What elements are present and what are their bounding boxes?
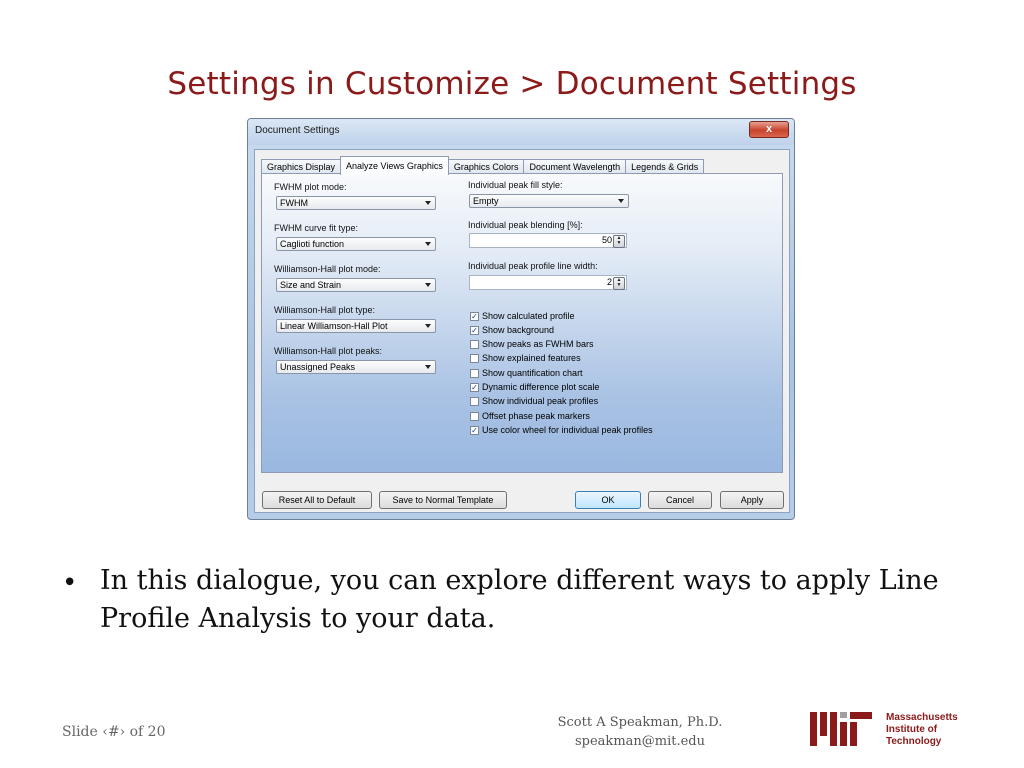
chevron-down-icon [618,199,624,203]
chevron-down-icon [425,242,431,246]
apply-button[interactable]: Apply [720,491,784,509]
blending-spinner[interactable]: 50 ▲ ▼ [469,233,627,248]
bullet-icon: • [62,568,78,598]
wh-plot-peaks-value: Unassigned Peaks [280,362,356,372]
tab-strip: Graphics Display Analyze Views Graphics … [261,156,705,175]
checkbox-icon[interactable] [470,339,479,349]
chevron-down-icon [425,324,431,328]
wh-plot-mode-value: Size and Strain [280,280,342,290]
wh-plot-peaks-label: Williamson-Hall plot peaks: [274,346,383,356]
tab-analyze-views-graphics[interactable]: Analyze Views Graphics [340,156,449,175]
mit-logo-icon [810,712,872,746]
dialog-body: Graphics Display Analyze Views Graphics … [254,149,790,513]
close-button[interactable]: x [749,121,789,138]
line-width-value: 2 [606,277,612,287]
checkbox-icon[interactable]: ✓ [470,382,479,392]
wh-plot-peaks-select[interactable]: Unassigned Peaks [276,360,436,374]
checkbox-show-peaks-fwhm-bars[interactable]: Show peaks as FWHM bars [470,337,594,351]
reset-all-button[interactable]: Reset All to Default [262,491,372,509]
author-email: speakman@mit.edu [575,734,705,749]
checkbox-icon[interactable] [470,396,479,406]
chevron-down-icon [425,283,431,287]
blending-value: 50 [601,235,612,245]
institution-name: Massachusetts Institute of Technology [886,712,958,747]
checkbox-icon[interactable] [470,411,479,421]
checkbox-icon[interactable]: ✓ [470,325,479,335]
fwhm-plot-mode-select[interactable]: FWHM [276,196,436,210]
checkbox-show-explained-features[interactable]: Show explained features [470,351,581,365]
fwhm-curve-fit-select[interactable]: Caglioti function [276,237,436,251]
checkbox-show-individual-peak-profiles[interactable]: Show individual peak profiles [470,394,598,408]
author-name: Scott A Speakman, Ph.D. [557,715,723,730]
tab-panel-analyze-views-graphics: FWHM plot mode: FWHM FWHM curve fit type… [261,173,783,473]
checkbox-offset-phase-peak-markers[interactable]: Offset phase peak markers [470,409,590,423]
checkbox-icon[interactable]: ✓ [470,311,479,321]
wh-plot-mode-label: Williamson-Hall plot mode: [274,264,381,274]
fill-style-select[interactable]: Empty [469,194,629,208]
fwhm-plot-mode-value: FWHM [280,198,308,208]
line-width-spinner[interactable]: 2 ▲ ▼ [469,275,627,290]
checkbox-show-background[interactable]: ✓ Show background [470,323,554,337]
checkbox-icon[interactable] [470,368,479,378]
bullet-text: In this dialogue, you can explore differ… [100,565,939,634]
checkbox-icon[interactable] [470,353,479,363]
spin-updown-icon[interactable]: ▲ ▼ [613,235,625,248]
checkbox-use-color-wheel[interactable]: ✓ Use color wheel for individual peak pr… [470,423,653,437]
save-template-button[interactable]: Save to Normal Template [379,491,507,509]
line-width-label: Individual peak profile line width: [468,261,598,271]
slide-title: Settings in Customize > Document Setting… [167,66,857,102]
dialog-titlebar[interactable]: Document Settings x [248,119,794,145]
wh-plot-type-label: Williamson-Hall plot type: [274,305,376,315]
fwhm-plot-mode-label: FWHM plot mode: [274,182,347,192]
blending-label: Individual peak blending [%]: [468,220,583,230]
spin-updown-icon[interactable]: ▲ ▼ [613,277,625,290]
checkbox-icon[interactable]: ✓ [470,425,479,435]
close-icon: x [765,123,773,135]
fwhm-curve-fit-value: Caglioti function [280,239,345,249]
document-settings-dialog: Document Settings x Graphics Display Ana… [247,118,795,520]
wh-plot-mode-select[interactable]: Size and Strain [276,278,436,292]
author-block: Scott A Speakman, Ph.D. speakman@mit.edu [530,713,750,751]
wh-plot-type-value: Linear Williamson-Hall Plot [280,321,388,331]
checkbox-dynamic-difference-scale[interactable]: ✓ Dynamic difference plot scale [470,380,599,394]
ok-button[interactable]: OK [575,491,641,509]
dialog-title: Document Settings [255,125,340,136]
checkbox-show-calculated-profile[interactable]: ✓ Show calculated profile [470,309,575,323]
chevron-down-icon [425,201,431,205]
cancel-button[interactable]: Cancel [648,491,712,509]
fill-style-value: Empty [473,196,499,206]
wh-plot-type-select[interactable]: Linear Williamson-Hall Plot [276,319,436,333]
fill-style-label: Individual peak fill style: [468,180,563,190]
fwhm-curve-fit-label: FWHM curve fit type: [274,223,359,233]
chevron-down-icon [425,365,431,369]
slide-number: Slide ‹#› of 20 [62,724,166,740]
checkbox-show-quantification-chart[interactable]: Show quantification chart [470,366,583,380]
